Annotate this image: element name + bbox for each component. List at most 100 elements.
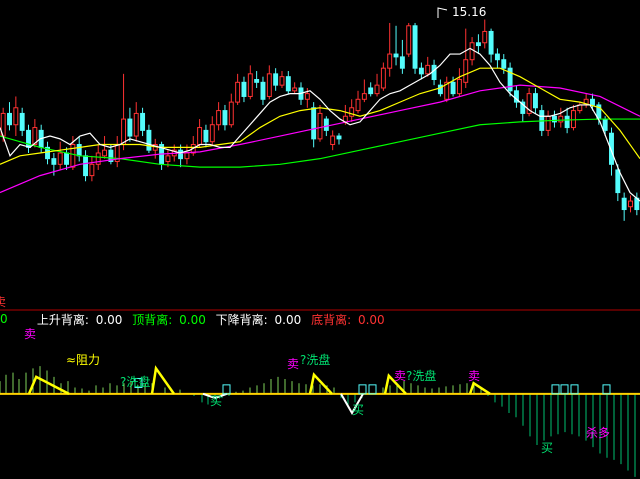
candle-up (317, 112, 323, 140)
legend-top-label: 顶背离: (132, 313, 173, 327)
legend-top-divergence: 顶背离: 0.00 (132, 313, 212, 327)
candle-down (615, 169, 621, 194)
candle-up (571, 110, 576, 129)
candle-up (330, 135, 336, 146)
legend-up-label: 上升背离: (36, 313, 89, 327)
legend-bottom-divergence: 底背离: 0.00 (311, 313, 388, 327)
signal-label-buy: 买 (352, 403, 364, 417)
candle-up (197, 127, 203, 146)
signal-label-resist: ≈阻力 (66, 353, 100, 367)
high-price-label: 15.16 (452, 5, 486, 19)
candle-up (184, 152, 190, 160)
signal-box (602, 384, 611, 395)
candle-up (165, 155, 171, 162)
price-panel[interactable] (0, 19, 640, 221)
candle-up (102, 149, 108, 157)
candle-down (602, 118, 608, 131)
candle-down (254, 79, 260, 83)
signal-label-buy: ?洗盘 (300, 352, 330, 367)
candle-down (488, 30, 494, 55)
signal-box (551, 384, 560, 395)
stock-chart[interactable]: 0 卖 卖≈阻力?洗盘买卖 ?洗盘买卖 ?洗盘 卖买杀多 15.16 (0, 0, 640, 479)
signal-box (222, 384, 231, 395)
candle-down (621, 197, 627, 211)
candle-down (203, 129, 209, 143)
candle-up (95, 152, 101, 165)
candle-down (222, 110, 228, 126)
candle-up (304, 93, 310, 100)
candle-down (475, 42, 481, 47)
candle-up (558, 115, 564, 123)
candle-up (361, 93, 367, 100)
candle-up (482, 30, 488, 44)
candle-up (279, 76, 285, 86)
signal-label-buy: 买 (210, 394, 222, 408)
candle-down (564, 115, 570, 129)
candle-up (13, 107, 19, 126)
candle-up (349, 107, 355, 117)
candle-down (127, 118, 133, 137)
legend-bottom-label: 底背离: (311, 313, 352, 327)
candle-down (273, 73, 279, 86)
candle-down (178, 149, 184, 160)
legend-up-divergence: 上升背离: 0.00 (37, 313, 129, 327)
candle-up (463, 59, 469, 83)
signal-label-sell: 卖 (24, 327, 36, 341)
candle-up (355, 98, 361, 112)
candle-up (387, 53, 393, 69)
candle-up (121, 118, 127, 146)
candle-down (418, 67, 424, 75)
signal-box (560, 384, 569, 395)
candle-up (216, 110, 222, 126)
oscillator-panel[interactable]: 卖≈阻力?洗盘买卖 ?洗盘买卖 ?洗盘 卖买杀多 (0, 327, 640, 477)
candle-down (336, 135, 342, 140)
signal-label-sell: 卖 (468, 369, 480, 383)
candle-down (7, 112, 12, 126)
candle-down (51, 158, 57, 165)
candle-up (545, 115, 551, 131)
candle-up (456, 79, 462, 95)
candle-up (380, 67, 386, 89)
candle-up (425, 64, 431, 75)
signal-label-sell: 卖 (287, 357, 299, 371)
candle-down (412, 25, 418, 69)
candle-up (235, 81, 241, 103)
candle-up (247, 73, 253, 97)
indicator-legend: 上升背离: 0.00 顶背离: 0.00 下降背离: 0.00 底背离: 0.0… (0, 312, 391, 328)
candle-down (368, 87, 374, 95)
signal-label-sell: 卖 (394, 369, 406, 383)
candle-down (64, 152, 69, 165)
candle-down (494, 53, 500, 61)
candle-up (469, 42, 475, 61)
candle-up (374, 84, 380, 95)
candle-down (285, 76, 291, 92)
signal-box (570, 384, 579, 395)
candle-down (399, 56, 405, 69)
legend-down-label: 下降背离: (215, 313, 268, 327)
candle-down (532, 93, 538, 109)
candle-up (57, 152, 63, 165)
candle-down (146, 129, 152, 151)
legend-up-value: 0.00 (95, 313, 123, 327)
signal-label-buy: 买 (541, 441, 553, 455)
corner-sell-glyph: 卖 (0, 295, 6, 309)
candle-up (266, 73, 272, 97)
candle-up (406, 25, 412, 55)
candle-up (89, 163, 95, 177)
legend-top-value: 0.00 (179, 313, 206, 327)
candle-down (260, 81, 266, 100)
signal-label-sell: 杀多 (586, 425, 610, 440)
candle-down (323, 118, 329, 131)
signal-box (358, 384, 367, 395)
signal-label-buy: ?洗盘 (120, 374, 150, 389)
candle-down (431, 64, 437, 81)
high-price-marker: 15.16 (437, 5, 486, 19)
candle-down (76, 144, 82, 157)
candle-down (83, 155, 89, 177)
candle-down (590, 98, 595, 106)
candle-up (133, 112, 139, 137)
candle-down (393, 53, 399, 58)
candle-down (19, 112, 25, 131)
candle-up (628, 200, 633, 208)
candle-down (140, 112, 146, 131)
